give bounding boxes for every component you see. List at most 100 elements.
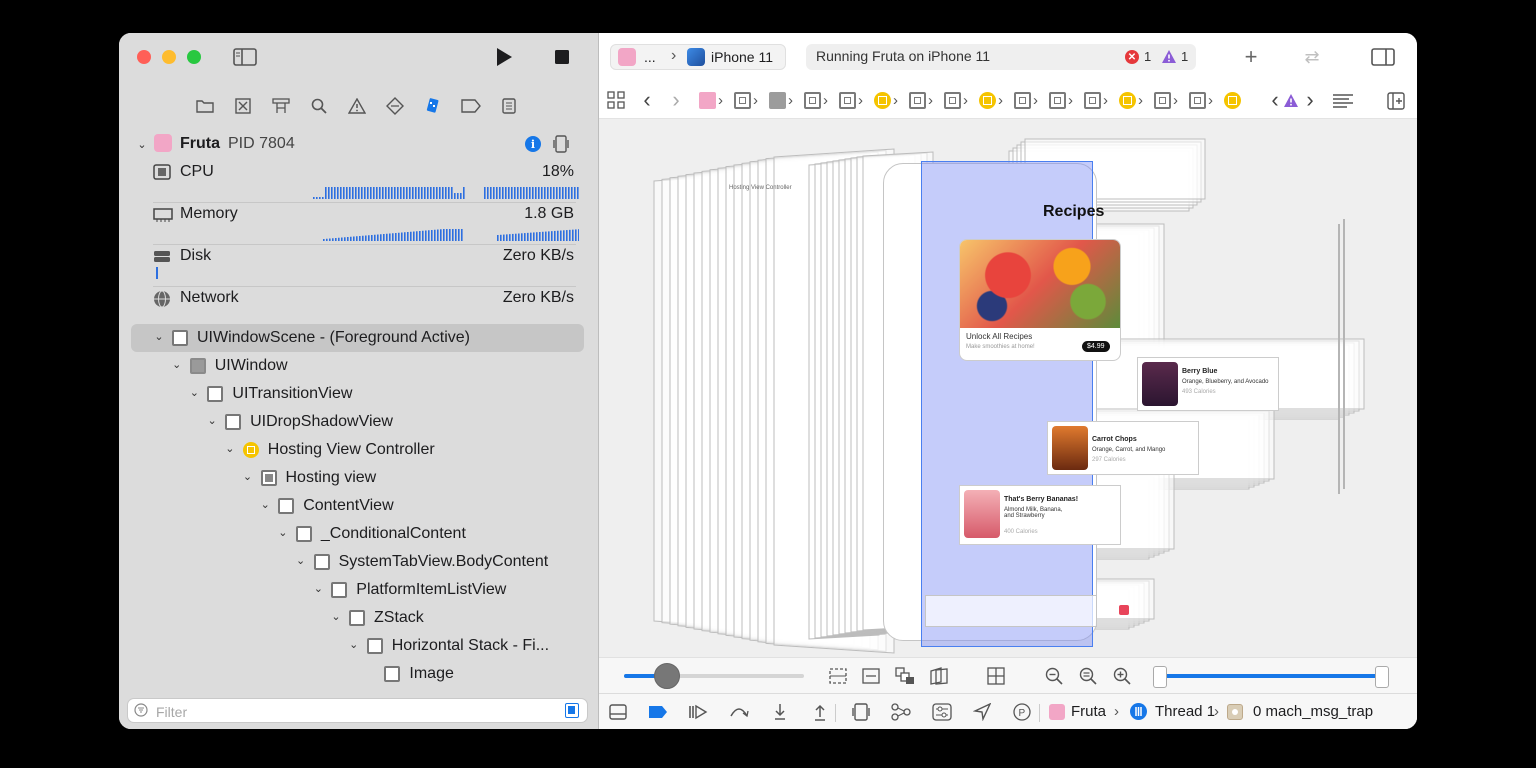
disk-gauge[interactable]: Disk Zero KB/s	[119, 245, 598, 287]
zoom-window-button[interactable]	[187, 50, 201, 64]
filter-input[interactable]	[154, 702, 558, 721]
forward-icon[interactable]: ›	[668, 87, 684, 112]
jump-bar-view-icon[interactable]	[699, 92, 716, 109]
clipped-content-icon[interactable]	[827, 666, 849, 686]
previous-issue-icon[interactable]: ‹	[1268, 87, 1282, 112]
add-editor-icon[interactable]	[1385, 90, 1407, 112]
frame-crumb[interactable]: 0 mach_msg_trap	[1253, 703, 1373, 720]
jump-bar-view-icon[interactable]	[909, 92, 926, 109]
jump-bar-view-controller-icon[interactable]	[1119, 92, 1136, 109]
jump-bar-view-controller-icon[interactable]	[1224, 92, 1241, 109]
error-icon[interactable]: ✕	[1125, 50, 1139, 64]
debug-memory-graph-icon[interactable]	[890, 702, 912, 722]
zoom-in-icon[interactable]	[1111, 666, 1133, 686]
chevron-down-icon[interactable]: ⌄	[153, 330, 165, 343]
breakpoints-toggle-icon[interactable]	[647, 702, 669, 722]
chevron-down-icon[interactable]: ⌄	[348, 638, 360, 651]
tree-item-uiwindowscene[interactable]: ⌄ UIWindowScene - (Foreground Active)	[131, 324, 584, 352]
tree-item-horizontal-stack[interactable]: ⌄ Horizontal Stack - Fi...	[131, 632, 584, 660]
scheme-selector[interactable]: ... › iPhone 11	[610, 44, 786, 70]
tree-item-image[interactable]: Image	[131, 660, 584, 688]
zoom-out-icon[interactable]	[1043, 666, 1065, 686]
step-into-icon[interactable]	[769, 702, 791, 722]
jump-bar-view-icon[interactable]	[804, 92, 821, 109]
add-icon[interactable]: +	[1241, 44, 1261, 69]
selected-view-overlay[interactable]	[921, 161, 1093, 647]
chevron-down-icon[interactable]: ⌄	[242, 470, 254, 483]
step-out-icon[interactable]	[809, 702, 831, 722]
jump-bar-view-controller-icon[interactable]	[979, 92, 996, 109]
debug-navigator-icon[interactable]	[420, 89, 446, 123]
view-debugger-canvas[interactable]: Recipes Hosting View Controller Unlock A…	[599, 119, 1417, 657]
chevron-down-icon[interactable]: ⌄	[312, 582, 324, 595]
report-icon[interactable]	[496, 89, 522, 123]
jump-bar-view-icon[interactable]	[839, 92, 856, 109]
slider-thumb[interactable]	[654, 663, 680, 689]
editor-options-icon[interactable]	[1331, 91, 1355, 111]
tree-item-hosting-view-controller[interactable]: ⌄ Hosting View Controller	[131, 436, 584, 464]
environment-overrides-icon[interactable]	[931, 702, 953, 722]
chevron-down-icon[interactable]: ⌄	[171, 358, 183, 371]
chevron-down-icon[interactable]: ⌄	[259, 498, 271, 511]
inspector-toggle-icon[interactable]	[1371, 47, 1395, 67]
show-only-displayed-views-icon[interactable]	[565, 703, 579, 718]
tree-item-platformitemlistview[interactable]: ⌄ PlatformItemListView	[131, 576, 584, 604]
warning-icon[interactable]	[1161, 49, 1177, 64]
chevron-down-icon[interactable]: ⌄	[188, 386, 200, 399]
chevron-down-icon[interactable]: ⌄	[224, 442, 236, 455]
find-icon[interactable]	[306, 89, 332, 123]
jump-bar-view-icon[interactable]	[1014, 92, 1031, 109]
hide-debug-area-icon[interactable]	[607, 702, 629, 722]
thread-crumb[interactable]: Thread 1	[1155, 703, 1215, 720]
chevron-down-icon[interactable]: ⌄	[330, 610, 342, 623]
spacing-slider[interactable]	[624, 663, 804, 689]
actual-size-icon[interactable]	[1077, 666, 1099, 686]
jump-bar-view-icon[interactable]	[1084, 92, 1101, 109]
source-control-icon[interactable]	[230, 89, 256, 123]
show-constraints-icon[interactable]	[860, 666, 882, 686]
chevron-down-icon[interactable]: ⌄	[136, 138, 148, 151]
grid-icon[interactable]	[606, 90, 626, 110]
tree-item-uitransitionview[interactable]: ⌄ UITransitionView	[131, 380, 584, 408]
tree-item-contentview[interactable]: ⌄ ContentView	[131, 492, 584, 520]
warning-icon[interactable]	[1283, 93, 1299, 108]
chevron-down-icon[interactable]: ⌄	[277, 526, 289, 539]
memory-gauge[interactable]: Memory 1.8 GB	[119, 203, 598, 245]
range-slider[interactable]	[1153, 666, 1389, 688]
tree-item-conditionalcontent[interactable]: ⌄ _ConditionalContent	[131, 520, 584, 548]
process-crumb[interactable]: Fruta	[1071, 703, 1106, 720]
view-memory-graph-icon[interactable]	[553, 135, 569, 153]
chevron-down-icon[interactable]: ⌄	[206, 414, 218, 427]
minimize-window-button[interactable]	[162, 50, 176, 64]
activity-status[interactable]: Running Fruta on iPhone 11 ✕ 1 1	[806, 44, 1196, 70]
tree-item-zstack[interactable]: ⌄ ZStack	[131, 604, 584, 632]
network-gauge[interactable]: Network Zero KB/s	[119, 287, 598, 329]
breakpoint-icon[interactable]	[458, 89, 484, 123]
code-review-icon[interactable]: ⇄	[1299, 47, 1325, 67]
cpu-gauge[interactable]: CPU 18%	[119, 161, 598, 203]
jump-bar-view-icon[interactable]	[1049, 92, 1066, 109]
close-window-button[interactable]	[137, 50, 151, 64]
orient-3d-icon[interactable]	[928, 666, 950, 686]
tree-item-uiwindow[interactable]: ⌄ UIWindow	[131, 352, 584, 380]
jump-bar-view-icon[interactable]	[734, 92, 751, 109]
process-row[interactable]: ⌄ Fruta PID 7804 i	[119, 131, 598, 157]
info-icon[interactable]: i	[525, 136, 541, 152]
jump-bar-view-icon[interactable]	[769, 92, 786, 109]
jump-bar-view-controller-icon[interactable]	[874, 92, 891, 109]
destination-name[interactable]: iPhone 11	[711, 49, 773, 65]
issue-icon[interactable]	[344, 89, 370, 123]
show-grid-icon[interactable]	[985, 666, 1007, 686]
test-icon[interactable]	[382, 89, 408, 123]
jump-bar-view-icon[interactable]	[1154, 92, 1171, 109]
filter-field[interactable]	[127, 698, 588, 723]
stop-button[interactable]	[553, 48, 571, 66]
tree-item-hosting-view[interactable]: ⌄ Hosting view	[131, 464, 584, 492]
change-display-icon[interactable]	[894, 666, 916, 686]
hero-price[interactable]: $4.99	[1082, 341, 1110, 352]
jump-bar-view-icon[interactable]	[1189, 92, 1206, 109]
debug-view-hierarchy-icon[interactable]	[850, 702, 872, 722]
back-icon[interactable]: ‹	[639, 87, 655, 112]
step-over-icon[interactable]	[728, 702, 750, 722]
chevron-down-icon[interactable]: ⌄	[295, 554, 307, 567]
